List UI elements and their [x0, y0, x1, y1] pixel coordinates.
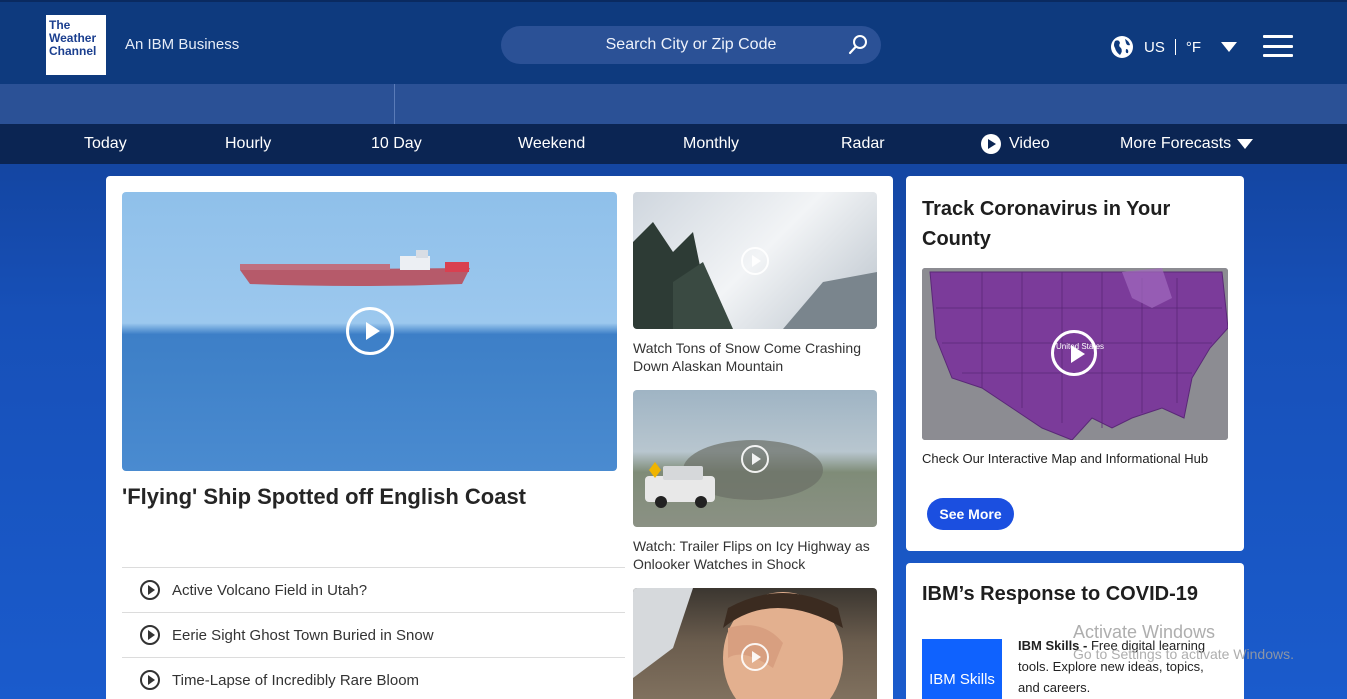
- ibm-business-tagline: An IBM Business: [125, 36, 240, 53]
- search-input[interactable]: [501, 26, 881, 64]
- location-subbar: [0, 84, 1347, 124]
- nav-radar[interactable]: Radar: [841, 124, 885, 164]
- nav-hourly[interactable]: Hourly: [225, 124, 271, 164]
- chevron-down-icon[interactable]: [1221, 42, 1238, 52]
- nav-today[interactable]: Today: [84, 124, 127, 164]
- logo-line: Channel: [49, 44, 97, 58]
- see-more-button[interactable]: See More: [927, 498, 1014, 530]
- unit-label: °F: [1185, 38, 1202, 56]
- search-icon[interactable]: [847, 34, 869, 56]
- play-icon[interactable]: [1051, 330, 1097, 376]
- nav-more-forecasts-label: More Forecasts: [1120, 135, 1232, 152]
- play-icon: [140, 625, 160, 645]
- search-bar[interactable]: [501, 26, 881, 64]
- video-card: 'Flying' Ship Spotted off English Coast …: [106, 176, 893, 699]
- ship-image: [240, 250, 470, 286]
- list-item-label: Eerie Sight Ghost Town Buried in Snow: [172, 626, 434, 644]
- us-map-thumbnail[interactable]: United States: [922, 268, 1228, 440]
- hero-title[interactable]: 'Flying' Ship Spotted off English Coast: [122, 484, 526, 510]
- ibm-description: IBM Skills - Free digital learning tools…: [1018, 635, 1228, 698]
- list-item[interactable]: Eerie Sight Ghost Town Buried in Snow: [122, 612, 625, 657]
- list-item[interactable]: Time-Lapse of Incredibly Rare Bloom: [122, 657, 625, 699]
- list-item-label: Time-Lapse of Incredibly Rare Bloom: [172, 671, 420, 689]
- ibm-skills-logo[interactable]: IBM Skills: [922, 639, 1002, 699]
- video-thumbnail-person[interactable]: [633, 588, 877, 699]
- nav-video-label: Video: [1009, 135, 1050, 152]
- play-icon: [140, 580, 160, 600]
- hamburger-menu-icon[interactable]: [1263, 35, 1293, 57]
- top-header: The Weather Channel An IBM Business US °…: [0, 0, 1347, 84]
- divider: [394, 84, 395, 124]
- nav-monthly[interactable]: Monthly: [683, 124, 739, 164]
- list-item-label: Active Volcano Field in Utah?: [172, 581, 368, 599]
- video-thumbnail-snow[interactable]: [633, 192, 877, 329]
- ibm-title[interactable]: IBM’s Response to COVID-19: [922, 583, 1198, 606]
- covid-caption: Check Our Interactive Map and Informatio…: [922, 451, 1209, 466]
- forecast-nav: Today Hourly 10 Day Weekend Monthly Rada…: [0, 124, 1347, 164]
- play-icon: [741, 643, 769, 671]
- divider: [1174, 39, 1176, 55]
- map-label: United States: [1056, 342, 1105, 351]
- nav-weekend[interactable]: Weekend: [518, 124, 585, 164]
- region-label: US: [1144, 38, 1165, 56]
- globe-icon: [1111, 36, 1133, 58]
- locale-selector[interactable]: US °F: [1110, 35, 1238, 59]
- video-list: Active Volcano Field in Utah? Eerie Sigh…: [122, 567, 625, 699]
- play-icon: [741, 247, 769, 275]
- thumb-caption[interactable]: Watch: Trailer Flips on Icy Highway as O…: [633, 537, 883, 573]
- nav-video[interactable]: Video: [981, 124, 1050, 164]
- nav-10-day[interactable]: 10 Day: [371, 124, 422, 164]
- covid-title[interactable]: Track Coronavirus in Your County: [922, 194, 1222, 254]
- hero-video-thumbnail[interactable]: [122, 192, 617, 471]
- play-icon[interactable]: [346, 307, 394, 355]
- play-icon: [981, 134, 1001, 154]
- nav-more-forecasts[interactable]: More Forecasts: [1120, 124, 1254, 164]
- activate-windows-watermark: Activate Windows: [1073, 622, 1216, 642]
- caret-down-icon: [1237, 139, 1254, 149]
- list-item[interactable]: Active Volcano Field in Utah?: [122, 567, 625, 612]
- play-icon: [140, 670, 160, 690]
- video-thumbnail-trailer[interactable]: [633, 390, 877, 527]
- play-icon: [741, 445, 769, 473]
- activate-windows-subtext: Go to Settings to activate Windows.: [1073, 646, 1294, 662]
- thumb-caption[interactable]: Watch Tons of Snow Come Crashing Down Al…: [633, 339, 883, 375]
- weather-channel-logo[interactable]: The Weather Channel: [46, 15, 106, 75]
- coronavirus-card: Track Coronavirus in Your County United …: [906, 176, 1244, 551]
